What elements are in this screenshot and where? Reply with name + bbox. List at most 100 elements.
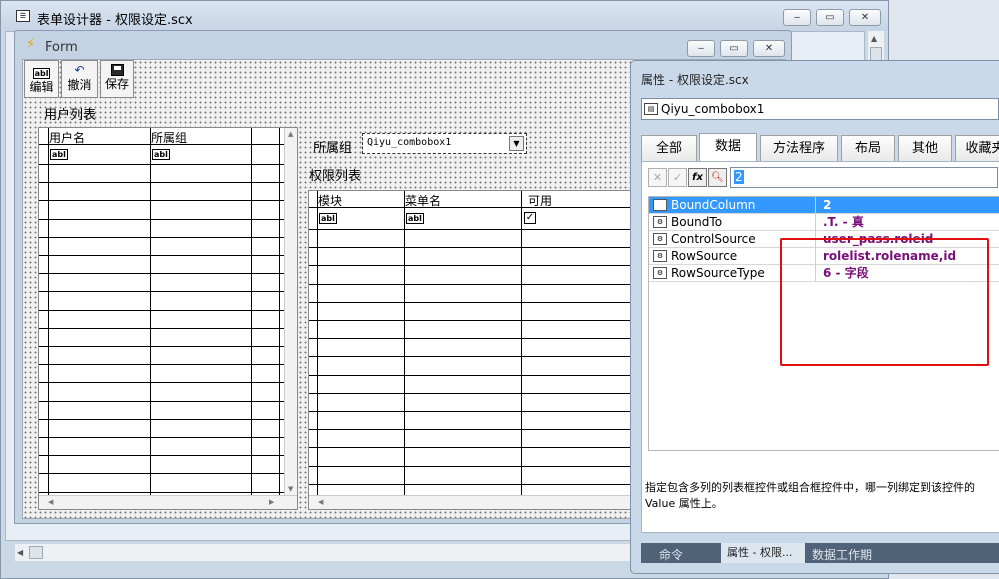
tab-other[interactable]: 其他: [898, 135, 952, 161]
perm-grid-divider: [521, 191, 522, 495]
cancel-edit-button[interactable]: ✕: [648, 168, 667, 187]
edit-label: 编辑: [29, 80, 54, 94]
property-row[interactable]: ⚙ BoundColumn 2: [649, 197, 999, 214]
tab-data[interactable]: 数据: [699, 133, 757, 161]
perm-list-label: 权限列表: [309, 169, 362, 184]
scroll-up-arrow-icon[interactable]: ▲: [871, 34, 877, 43]
save-button[interactable]: 保存: [100, 60, 134, 98]
grid-row-line: [39, 400, 297, 402]
group-combobox[interactable]: Qiyu_combobox1 ▼: [362, 133, 527, 154]
property-description: 指定包含多列的列表框控件或组合框控件中，哪一列绑定到该控件的 Value 属性上…: [645, 480, 999, 512]
user-cell-abl-icon: abl: [50, 149, 68, 160]
designer-maximize-button[interactable]: ▭: [816, 9, 844, 26]
accept-edit-button[interactable]: ✓: [668, 168, 687, 187]
fx-button[interactable]: fx: [688, 168, 707, 187]
zoom-button[interactable]: 🔍︎: [708, 168, 727, 187]
user-grid-col-username[interactable]: 用户名: [49, 129, 85, 146]
grid-row-line: [309, 247, 637, 249]
designer-minimize-button[interactable]: ‒: [783, 9, 811, 26]
property-value-input[interactable]: 2: [730, 167, 998, 188]
checkbox-checked-icon[interactable]: ✓: [524, 212, 536, 224]
perm-grid-header: [309, 191, 637, 208]
perm-grid-divider: [317, 191, 318, 495]
form-title: Form: [45, 40, 78, 55]
grid-row-line: [39, 382, 297, 384]
description-line: 指定包含多列的列表框控件或组合框控件中，哪一列绑定到该控件的: [645, 481, 975, 494]
grid-row-line: [39, 164, 297, 165]
property-row[interactable]: ⚙ BoundTo .T. - 真: [649, 214, 999, 231]
form-minimize-button[interactable]: ‒: [687, 40, 715, 57]
up-arrow-icon[interactable]: ▲: [288, 130, 293, 138]
left-arrow-icon[interactable]: ◀: [318, 498, 323, 506]
down-arrow-icon[interactable]: ▼: [288, 485, 293, 493]
group-label: 所属组: [313, 141, 353, 156]
perm-cell-abl-icon: abl: [406, 213, 424, 224]
edit-button[interactable]: abl 编辑: [24, 60, 59, 98]
save-label: 保存: [104, 77, 129, 91]
grid-row-line: [309, 320, 637, 321]
tab-all[interactable]: 全部: [641, 135, 697, 161]
grid-row-line: [39, 291, 297, 293]
grid-row-line: [309, 301, 637, 303]
tab-methods[interactable]: 方法程序: [760, 135, 838, 161]
user-cell-abl-icon: abl: [152, 149, 170, 160]
grid-row-line: [39, 455, 297, 457]
perm-cell-abl-icon: abl: [319, 213, 337, 224]
designer-close-button[interactable]: ✕: [849, 9, 881, 26]
properties-window: 属性 - 权限设定.scx ▤ Qiyu_combobox1 全部 数据 方法程…: [630, 60, 999, 574]
user-grid-col-group[interactable]: 所属组: [151, 129, 187, 146]
combobox-object-icon: ▤: [644, 103, 658, 115]
grid-row-line: [309, 356, 637, 358]
grid-row-line: [39, 218, 297, 220]
grid-row-line: [309, 483, 637, 485]
scroll-left-arrow-icon[interactable]: ◀: [17, 548, 23, 557]
tab-data-session[interactable]: 数据工作期: [812, 546, 872, 563]
magnifier-icon: 🔍︎: [711, 172, 724, 183]
abl-icon: abl: [32, 68, 51, 79]
perm-grid-col-enabled[interactable]: 可用: [528, 192, 552, 209]
chevron-down-icon: ▼: [513, 139, 520, 148]
form-maximize-button[interactable]: ▭: [720, 40, 748, 57]
perm-grid[interactable]: 模块 菜单名 可用 abl abl ✓ ◀: [308, 190, 638, 510]
grid-row-line: [309, 411, 637, 412]
tab-favorites[interactable]: 收藏夹: [955, 135, 999, 161]
object-name: Qiyu_combobox1: [661, 102, 765, 116]
undo-button[interactable]: ↶ 撤消: [61, 60, 98, 98]
grid-row-line: [309, 229, 637, 230]
hscroll-thumb[interactable]: [29, 546, 43, 559]
perm-grid-col-menu[interactable]: 菜单名: [405, 192, 441, 209]
tab-layout[interactable]: 布局: [841, 135, 895, 161]
grid-row-line: [39, 200, 297, 202]
left-arrow-icon[interactable]: ◀: [48, 498, 53, 506]
grid-row-line: [39, 309, 297, 311]
tab-properties[interactable]: 属性 - 权限...: [721, 543, 805, 563]
tab-command[interactable]: 命令: [659, 546, 683, 563]
right-arrow-icon[interactable]: ▶: [269, 498, 274, 506]
designer-titlebar[interactable]: ☰ 表单设计器 - 权限设定.scx ‒ ▭ ✕: [1, 1, 888, 31]
properties-tabs: 全部 数据 方法程序 布局 其他 收藏夹: [641, 133, 999, 161]
grid-row-line: [39, 327, 297, 329]
combobox-value: Qiyu_combobox1: [367, 137, 452, 148]
grid-row-line: [309, 283, 637, 285]
perm-grid-hscroll[interactable]: ◀: [309, 495, 637, 509]
form-designer-icon: ☰: [16, 10, 30, 22]
properties-title[interactable]: 属性 - 权限设定.scx: [641, 71, 749, 88]
object-selector[interactable]: ▤ Qiyu_combobox1: [641, 98, 999, 120]
perm-grid-col-module[interactable]: 模块: [318, 192, 342, 209]
form-close-button[interactable]: ✕: [753, 40, 785, 57]
combobox-dropdown-button[interactable]: ▼: [509, 136, 524, 151]
undo-arrow-icon: ↶: [74, 63, 85, 77]
form-titlebar[interactable]: ⚡ Form ‒ ▭ ✕: [15, 31, 791, 59]
grid-row-line: [309, 392, 637, 394]
grid-row-line: [39, 273, 297, 275]
grid-row-line: [39, 255, 297, 256]
bottom-tab-bar: 命令 属性 - 权限... 数据工作期: [641, 543, 999, 563]
user-grid-vscroll[interactable]: ▲ ▼: [284, 128, 297, 495]
grid-row-line: [309, 338, 637, 340]
grid-row-line: [39, 182, 297, 184]
grid-row-line: [39, 473, 297, 475]
grid-row-line: [39, 437, 297, 438]
user-grid-hscroll[interactable]: ◀ ▶: [39, 495, 297, 509]
grid-row-line: [309, 265, 637, 267]
user-grid[interactable]: 用户名 所属组 abl abl ▲ ▼ ◀ ▶: [38, 127, 298, 510]
